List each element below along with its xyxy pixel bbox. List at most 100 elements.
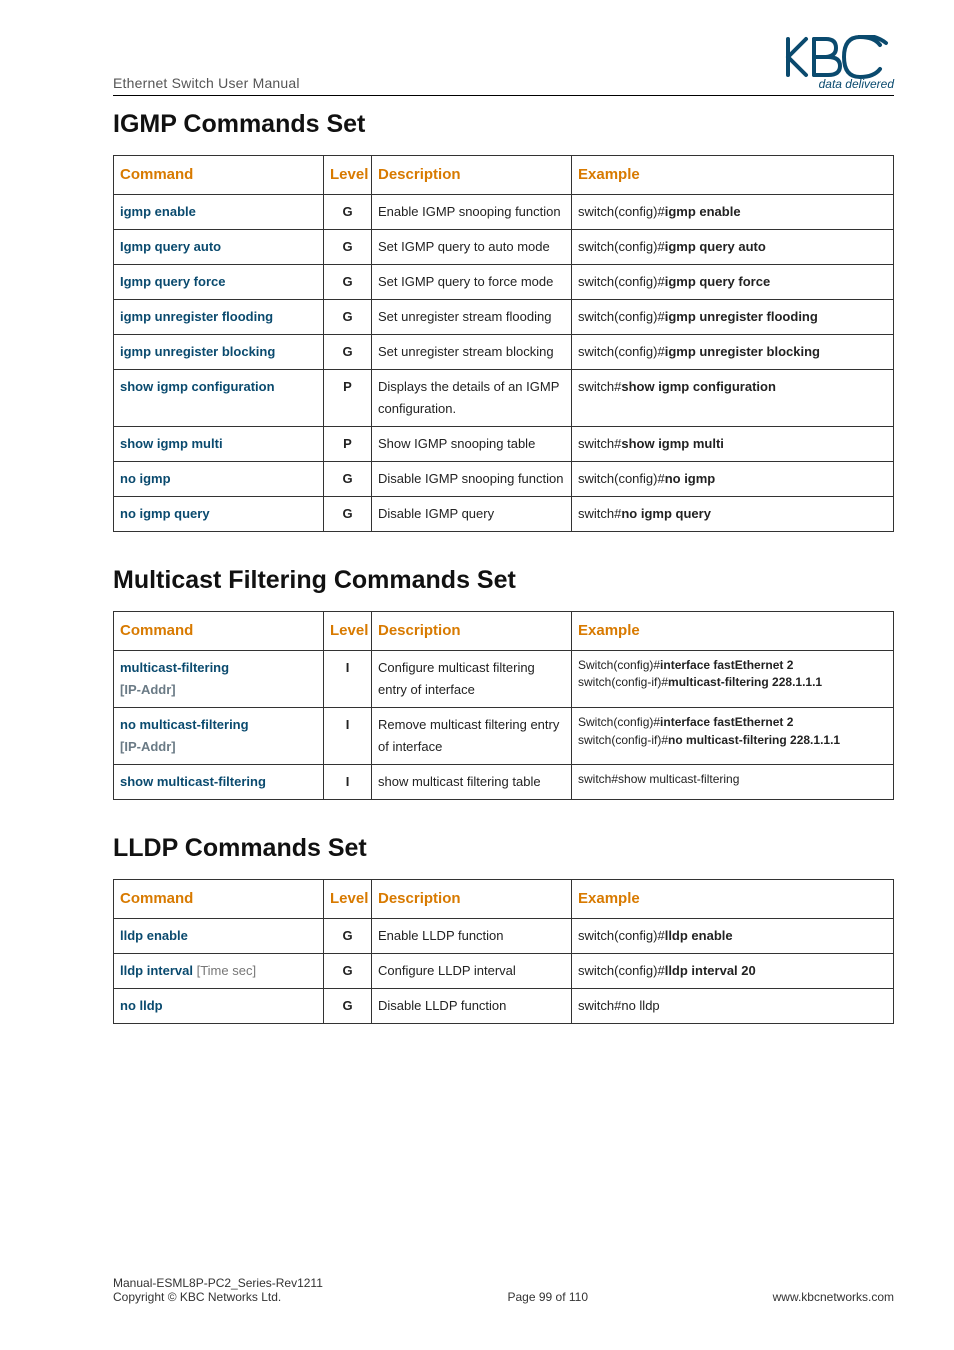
- table-row: igmp enableGEnable IGMP snooping functio…: [114, 194, 894, 229]
- table-row: Igmp query autoGSet IGMP query to auto m…: [114, 229, 894, 264]
- cell-description: Disable IGMP query: [372, 497, 572, 532]
- table-header-row: Command Level Description Example: [114, 156, 894, 195]
- cell-level: G: [324, 462, 372, 497]
- cell-command: lldp enable: [114, 918, 324, 953]
- cell-command: Igmp query auto: [114, 229, 324, 264]
- col-example: Example: [572, 880, 894, 919]
- cell-example: switch#show multicast-filtering: [572, 765, 894, 800]
- cell-command: no igmp: [114, 462, 324, 497]
- cell-level: G: [324, 299, 372, 334]
- cell-example: switch(config)#igmp unregister blocking: [572, 334, 894, 369]
- cell-description: Enable IGMP snooping function: [372, 194, 572, 229]
- cell-description: Configure multicast filtering entry of i…: [372, 650, 572, 707]
- lldp-commands-table: Command Level Description Example lldp e…: [113, 879, 894, 1024]
- page-footer: Manual-ESML8P-PC2_Series-Rev1211 Copyrig…: [113, 1276, 894, 1304]
- table-row: igmp unregister floodingGSet unregister …: [114, 299, 894, 334]
- cell-example: switch(config)#lldp enable: [572, 918, 894, 953]
- cell-level: P: [324, 427, 372, 462]
- cell-command: no igmp query: [114, 497, 324, 532]
- cell-description: Enable LLDP function: [372, 918, 572, 953]
- cell-description: Show IGMP snooping table: [372, 427, 572, 462]
- table-header-row: Command Level Description Example: [114, 612, 894, 651]
- table-row: show multicast-filteringIshow multicast …: [114, 765, 894, 800]
- cell-command: show igmp multi: [114, 427, 324, 462]
- col-command: Command: [114, 156, 324, 195]
- table-row: no igmp queryGDisable IGMP queryswitch#n…: [114, 497, 894, 532]
- col-description: Description: [372, 156, 572, 195]
- footer-url-text: www.kbcnetworks.com: [773, 1290, 894, 1304]
- footer-page-number: Page 99 of 110: [508, 1290, 589, 1304]
- table-row: no multicast-filtering[IP-Addr]IRemove m…: [114, 708, 894, 765]
- footer-copyright: Copyright © KBC Networks Ltd.: [113, 1290, 281, 1304]
- table-row: no lldpGDisable LLDP functionswitch#no l…: [114, 989, 894, 1024]
- section-heading-mcast: Multicast Filtering Commands Set: [113, 566, 894, 595]
- cell-command: lldp interval [Time sec]: [114, 954, 324, 989]
- cell-level: G: [324, 918, 372, 953]
- cell-example: switch(config)#lldp interval 20: [572, 954, 894, 989]
- footer-page: Page 99 of 110: [323, 1276, 773, 1304]
- cell-command: igmp unregister blocking: [114, 334, 324, 369]
- col-level: Level: [324, 156, 372, 195]
- cell-example: switch#no lldp: [572, 989, 894, 1024]
- cell-description: Set unregister stream blocking: [372, 334, 572, 369]
- cell-command: igmp unregister flooding: [114, 299, 324, 334]
- cell-example: switch#show igmp multi: [572, 427, 894, 462]
- cell-example: Switch(config)#interface fastEthernet 2s…: [572, 650, 894, 707]
- logo: data delivered: [784, 35, 894, 91]
- cell-example: switch(config)#igmp query force: [572, 264, 894, 299]
- cell-example: switch(config)#igmp unregister flooding: [572, 299, 894, 334]
- col-level: Level: [324, 880, 372, 919]
- table-row: Igmp query forceGSet IGMP query to force…: [114, 264, 894, 299]
- cell-description: Disable IGMP snooping function: [372, 462, 572, 497]
- col-example: Example: [572, 612, 894, 651]
- section-heading-igmp: IGMP Commands Set: [113, 110, 894, 139]
- cell-command: Igmp query force: [114, 264, 324, 299]
- col-description: Description: [372, 612, 572, 651]
- manual-title: Ethernet Switch User Manual: [113, 75, 300, 91]
- cell-level: P: [324, 369, 372, 426]
- section-heading-lldp: LLDP Commands Set: [113, 834, 894, 863]
- cell-description: Configure LLDP interval: [372, 954, 572, 989]
- table-header-row: Command Level Description Example: [114, 880, 894, 919]
- footer-left: Manual-ESML8P-PC2_Series-Rev1211 Copyrig…: [113, 1276, 323, 1304]
- footer-url: www.kbcnetworks.com: [773, 1276, 894, 1304]
- cell-command: no multicast-filtering[IP-Addr]: [114, 708, 324, 765]
- cell-command: multicast-filtering[IP-Addr]: [114, 650, 324, 707]
- cell-example: switch(config)#no igmp: [572, 462, 894, 497]
- cell-level: G: [324, 497, 372, 532]
- col-command: Command: [114, 880, 324, 919]
- footer-manual-rev: Manual-ESML8P-PC2_Series-Rev1211: [113, 1276, 323, 1290]
- cell-example: switch(config)#igmp query auto: [572, 229, 894, 264]
- cell-description: Set unregister stream flooding: [372, 299, 572, 334]
- page-header: Ethernet Switch User Manual data deliver…: [113, 35, 894, 96]
- cell-command: show igmp configuration: [114, 369, 324, 426]
- logo-tagline: data delivered: [819, 77, 894, 91]
- cell-level: G: [324, 954, 372, 989]
- cell-example: Switch(config)#interface fastEthernet 2s…: [572, 708, 894, 765]
- cell-level: G: [324, 264, 372, 299]
- col-command: Command: [114, 612, 324, 651]
- cell-command: igmp enable: [114, 194, 324, 229]
- cell-level: I: [324, 708, 372, 765]
- cell-description: Set IGMP query to force mode: [372, 264, 572, 299]
- cell-example: switch(config)#igmp enable: [572, 194, 894, 229]
- cell-level: I: [324, 650, 372, 707]
- table-row: no igmpGDisable IGMP snooping functionsw…: [114, 462, 894, 497]
- table-row: lldp interval [Time sec]GConfigure LLDP …: [114, 954, 894, 989]
- cell-description: Displays the details of an IGMP configur…: [372, 369, 572, 426]
- col-example: Example: [572, 156, 894, 195]
- cell-level: G: [324, 229, 372, 264]
- cell-description: show multicast filtering table: [372, 765, 572, 800]
- cell-description: Remove multicast filtering entry of inte…: [372, 708, 572, 765]
- cell-example: switch#show igmp configuration: [572, 369, 894, 426]
- table-row: lldp enableGEnable LLDP functionswitch(c…: [114, 918, 894, 953]
- col-level: Level: [324, 612, 372, 651]
- table-row: show igmp configurationPDisplays the det…: [114, 369, 894, 426]
- table-row: show igmp multiPShow IGMP snooping table…: [114, 427, 894, 462]
- mcast-commands-table: Command Level Description Example multic…: [113, 611, 894, 800]
- cell-description: Set IGMP query to auto mode: [372, 229, 572, 264]
- cell-example: switch#no igmp query: [572, 497, 894, 532]
- cell-level: I: [324, 765, 372, 800]
- cell-command: show multicast-filtering: [114, 765, 324, 800]
- kbc-logo-icon: [784, 35, 894, 79]
